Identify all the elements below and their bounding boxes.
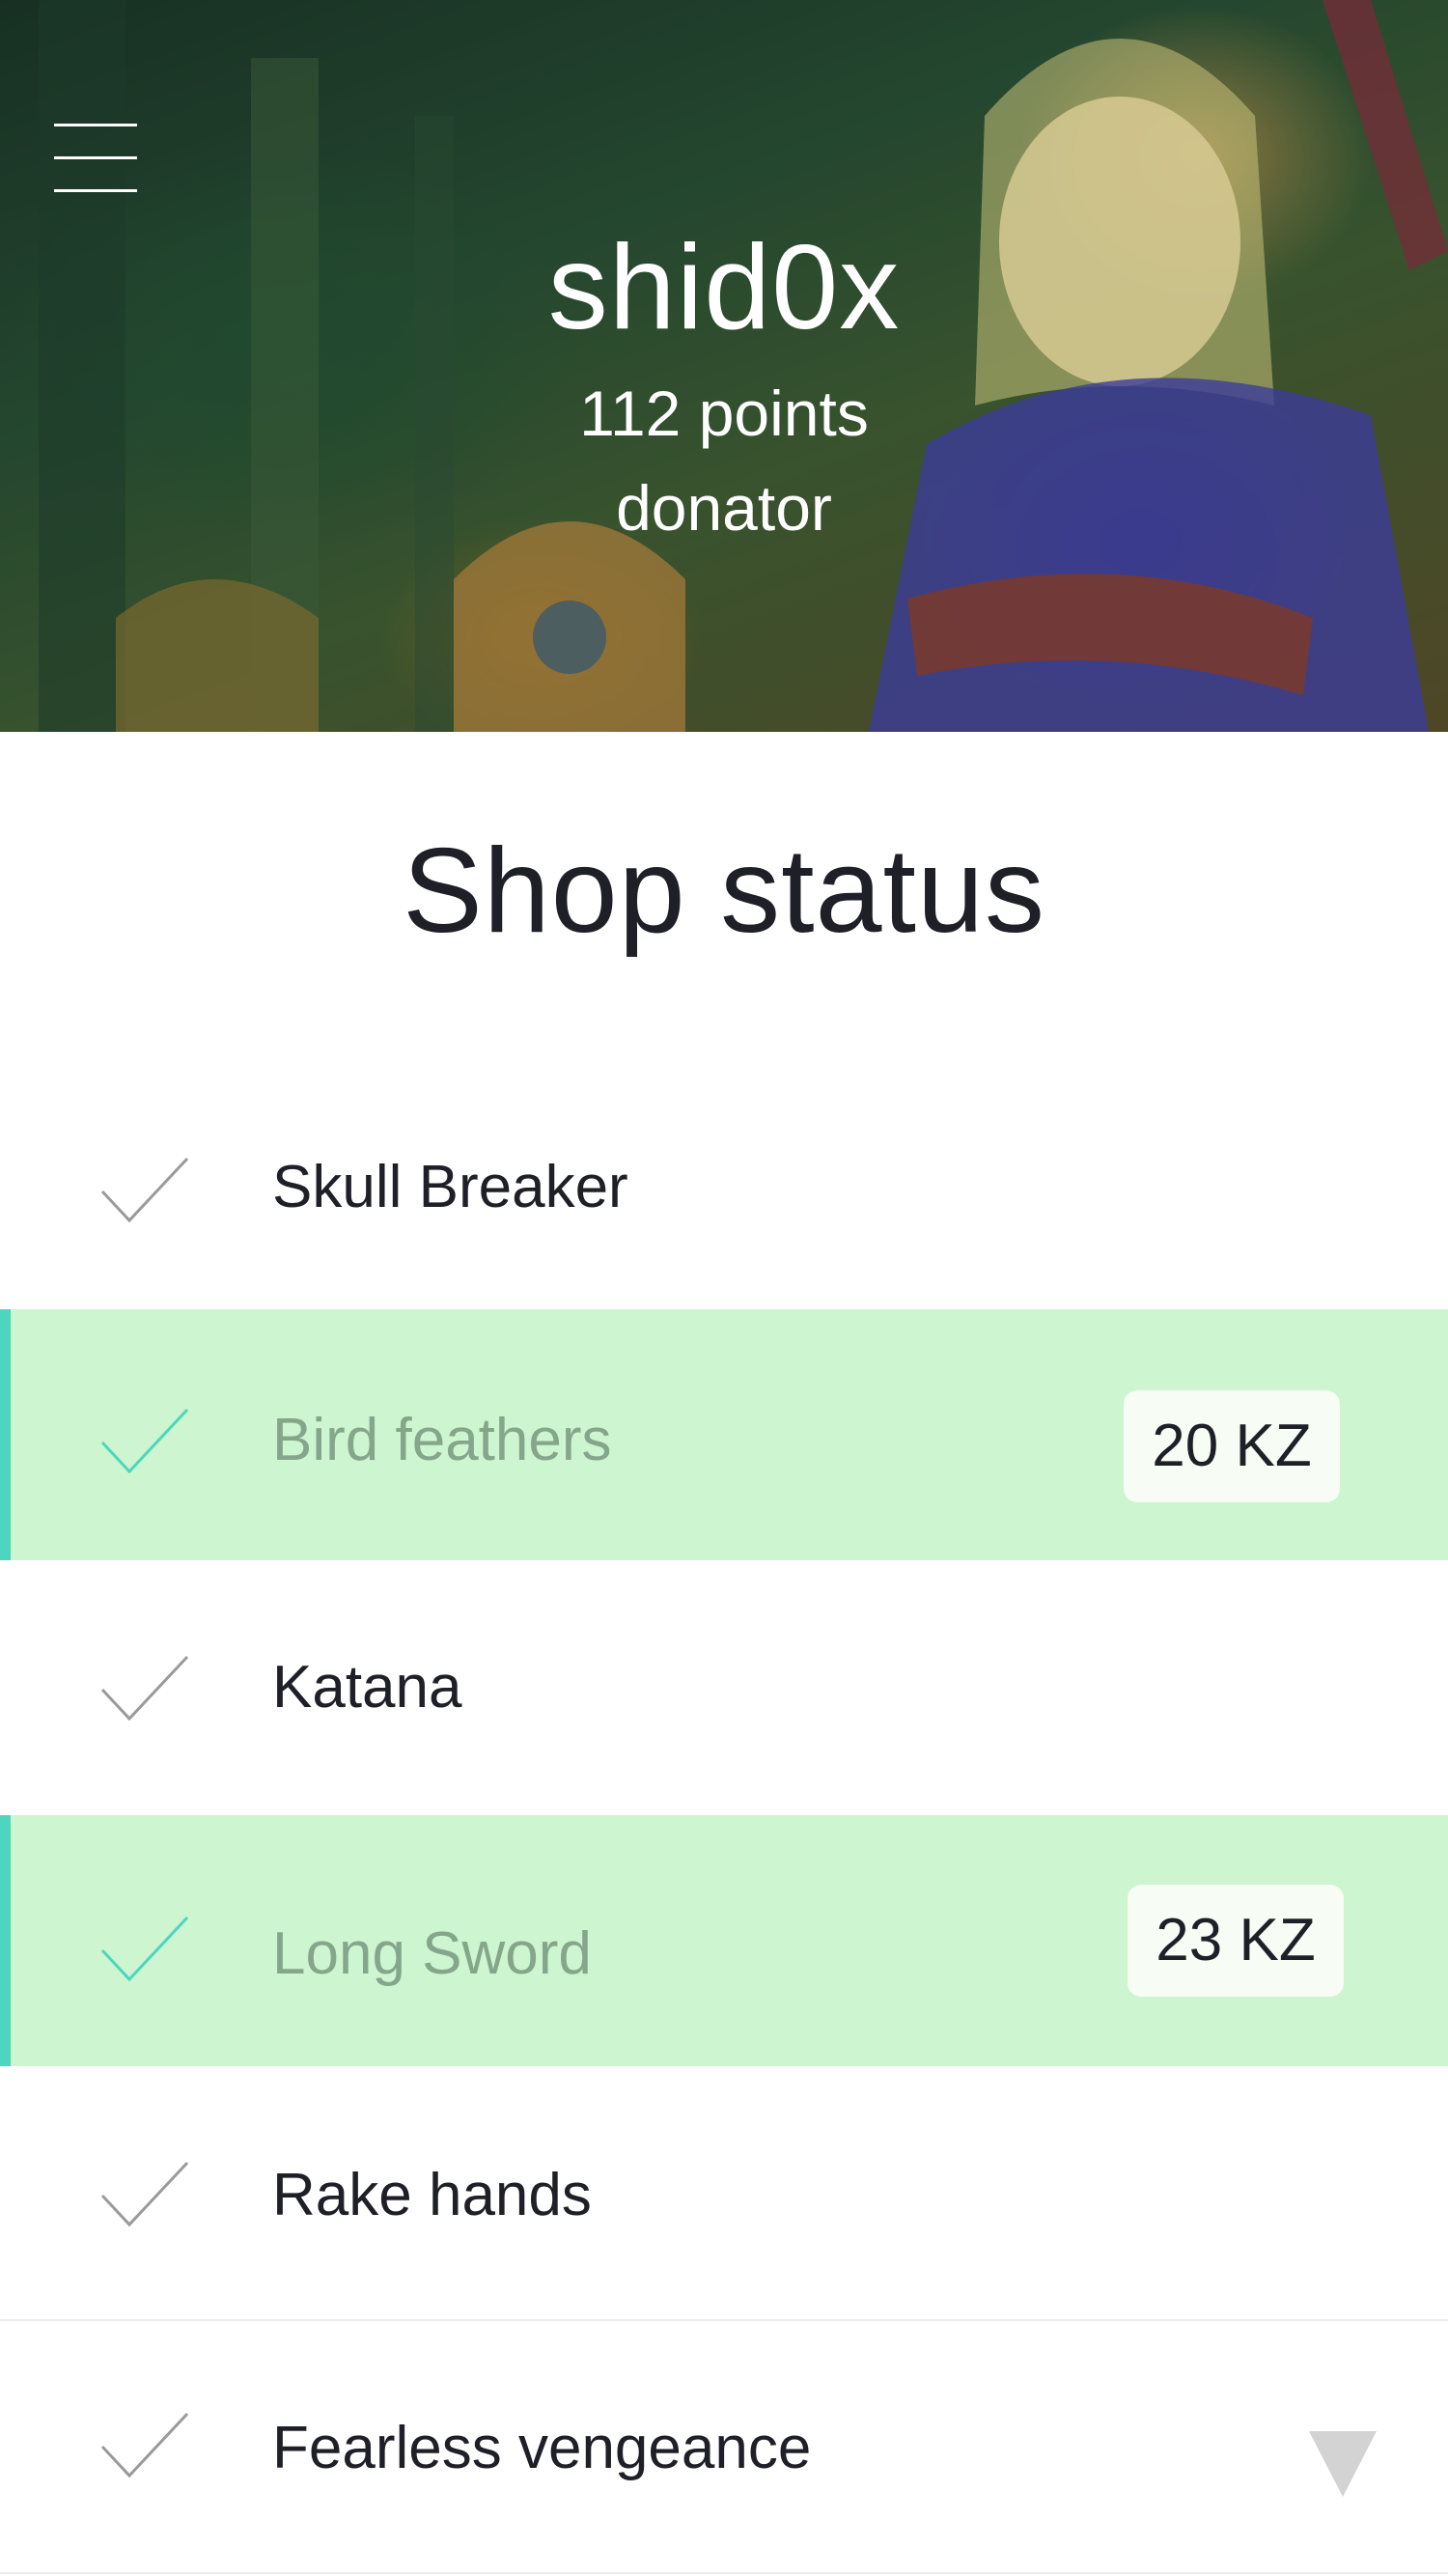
menu-line xyxy=(54,124,137,126)
list-item[interactable]: Fearless vengeance xyxy=(0,2321,1448,2572)
hamburger-menu-icon[interactable] xyxy=(54,124,137,195)
menu-line xyxy=(54,189,137,192)
profile-header: shid0x 112 points donator xyxy=(0,0,1448,732)
item-label: Bird feathers xyxy=(272,1407,612,1473)
shop-item-list: Skull Breaker Bird feathers 20 KZ Katana… xyxy=(0,1062,1448,2576)
user-role: donator xyxy=(616,472,832,544)
menu-line xyxy=(54,156,137,159)
check-icon[interactable] xyxy=(100,1155,189,1224)
check-icon[interactable] xyxy=(100,1653,189,1722)
price-badge: 20 KZ xyxy=(1124,1390,1340,1502)
item-label: Katana xyxy=(272,1654,462,1721)
username: shid0x xyxy=(547,221,901,354)
check-icon[interactable] xyxy=(100,1406,189,1475)
list-item[interactable]: Katana xyxy=(0,1564,1448,1815)
page-title: Shop status xyxy=(403,825,1045,958)
list-item[interactable]: Bird feathers 20 KZ xyxy=(0,1309,1448,1560)
triangle-down-icon[interactable] xyxy=(1309,2429,1377,2499)
item-label: Long Sword xyxy=(272,1920,592,1987)
price-badge: 23 KZ xyxy=(1128,1885,1344,1997)
divider xyxy=(0,2572,1448,2574)
check-icon[interactable] xyxy=(100,2410,189,2479)
header-artwork xyxy=(39,0,1448,732)
check-icon[interactable] xyxy=(100,1914,189,1983)
check-icon[interactable] xyxy=(100,2159,189,2228)
item-label: Fearless vengeance xyxy=(272,2415,812,2481)
points-count: 112 points xyxy=(579,378,869,449)
list-item[interactable]: Skull Breaker xyxy=(0,1062,1448,1313)
item-label: Skull Breaker xyxy=(272,1154,628,1220)
item-label: Rake hands xyxy=(272,2162,592,2228)
list-item[interactable]: Rake hands xyxy=(0,2066,1448,2317)
list-item[interactable]: Long Sword 23 KZ xyxy=(0,1815,1448,2066)
